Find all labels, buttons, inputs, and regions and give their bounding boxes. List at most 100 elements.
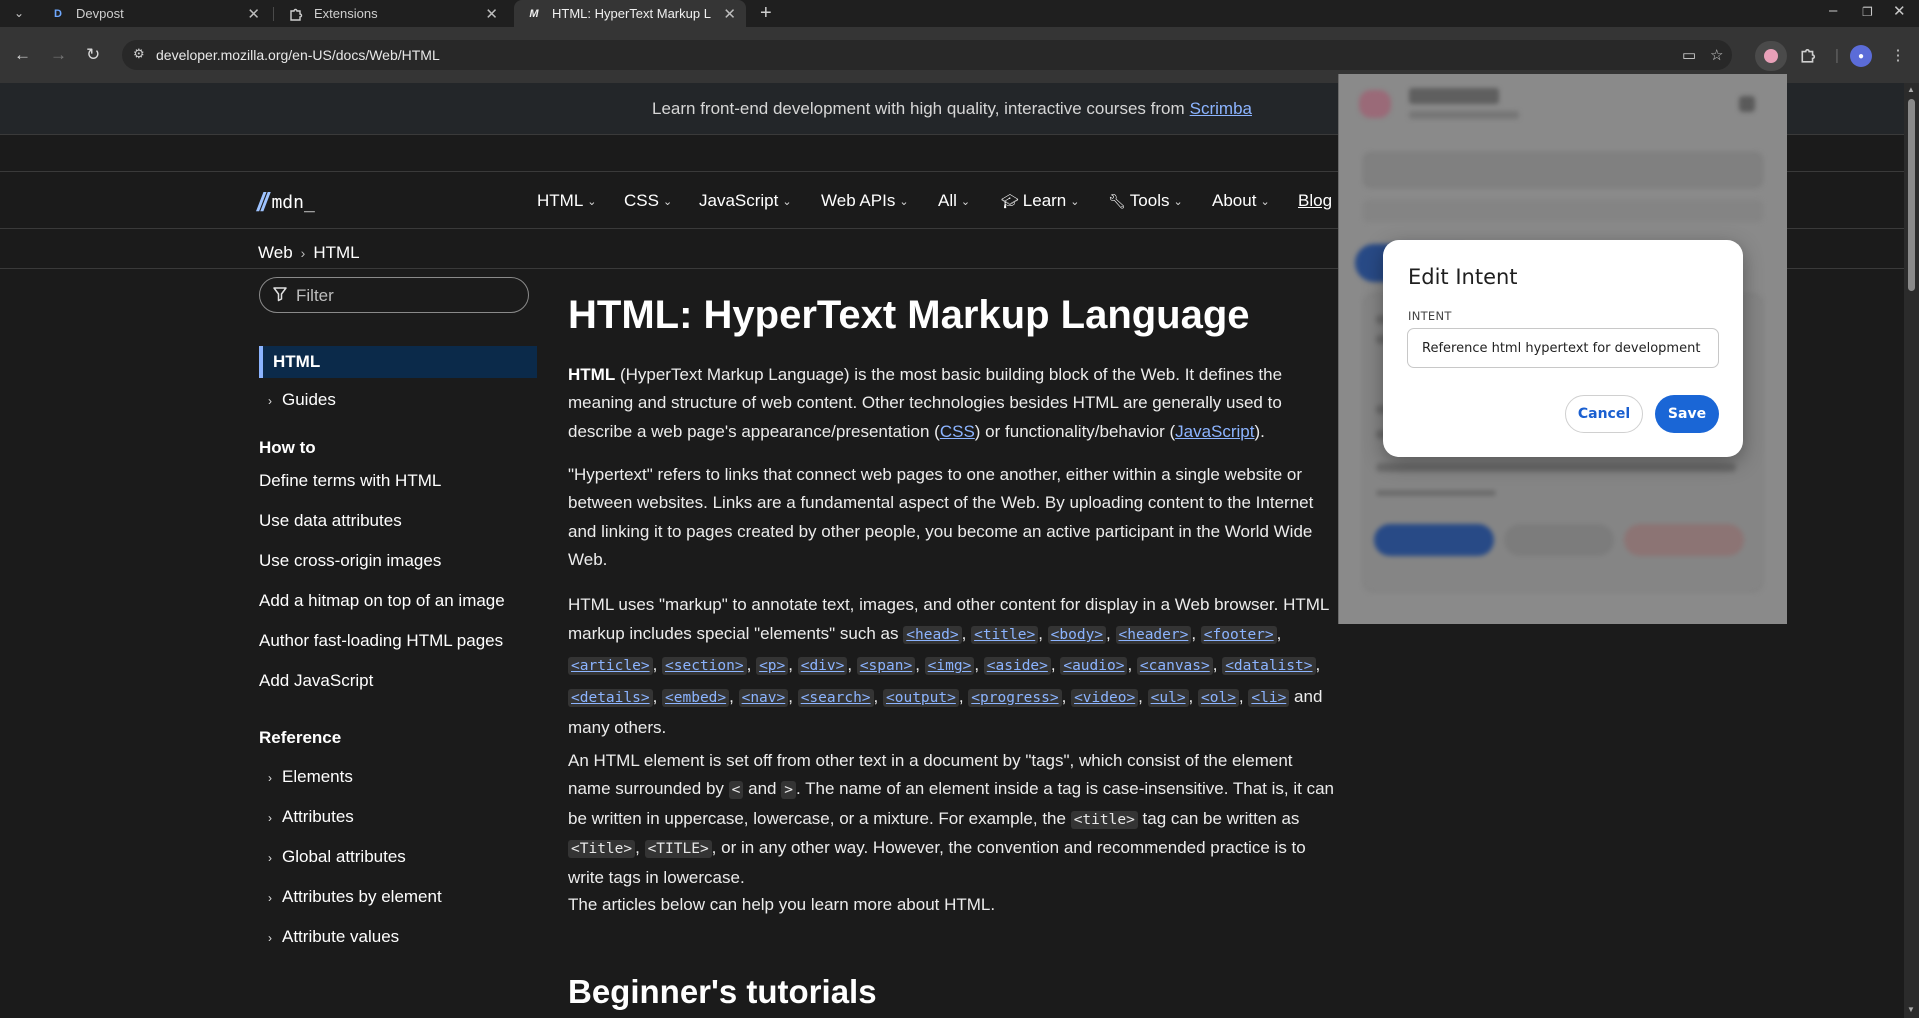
- element-tag-link[interactable]: <section>: [662, 657, 747, 676]
- chevron-right-icon: ›: [268, 771, 272, 785]
- save-button[interactable]: Save: [1655, 395, 1719, 433]
- intent-input[interactable]: [1407, 328, 1719, 368]
- mdn-favicon-icon: M: [529, 7, 539, 20]
- element-tag-link[interactable]: <img>: [924, 657, 975, 676]
- sidebar-item-attributes[interactable]: › Attributes: [268, 807, 354, 827]
- minimize-icon[interactable]: –: [1829, 2, 1837, 19]
- nav-tools[interactable]: 🔧︎ Tools ⌄: [1108, 191, 1183, 211]
- nav-about[interactable]: About ⌄: [1212, 191, 1270, 211]
- nav-learn[interactable]: 🎓︎ Learn ⌄: [1001, 191, 1079, 211]
- element-tag-link[interactable]: <header>: [1115, 626, 1192, 645]
- close-tab-icon[interactable]: ✕: [247, 5, 260, 23]
- url-text[interactable]: developer.mozilla.org/en-US/docs/Web/HTM…: [156, 47, 440, 63]
- sidebar-item-attributes-by-element[interactable]: › Attributes by element: [268, 887, 442, 907]
- nav-javascript[interactable]: JavaScript ⌄: [699, 191, 792, 211]
- element-tag-link[interactable]: <div>: [797, 657, 848, 676]
- javascript-link[interactable]: JavaScript: [1175, 422, 1254, 441]
- tab-label: HTML: HyperText Markup L: [552, 6, 711, 21]
- element-tag-link[interactable]: <span>: [856, 657, 916, 676]
- back-icon[interactable]: ←: [14, 45, 31, 65]
- nav-blog[interactable]: Blog: [1298, 191, 1332, 211]
- element-tag-link[interactable]: <datalist>: [1222, 657, 1316, 676]
- element-tag-link[interactable]: <output>: [883, 688, 959, 707]
- close-tab-icon[interactable]: ✕: [723, 5, 736, 23]
- chevron-right-icon: ›: [268, 931, 272, 945]
- chevron-right-icon: ›: [268, 851, 272, 865]
- element-tag-link[interactable]: <p>: [756, 657, 789, 676]
- sidebar-item-add-javascript[interactable]: Add JavaScript: [259, 671, 373, 691]
- chevron-down-icon: ⌄: [587, 195, 597, 208]
- element-tag-link[interactable]: <footer>: [1200, 626, 1277, 645]
- bookmark-star-icon[interactable]: ☆: [1710, 46, 1723, 64]
- nav-web-apis[interactable]: Web APIs ⌄: [821, 191, 909, 211]
- scroll-thumb[interactable]: [1908, 99, 1915, 291]
- sidebar-item-data-attributes[interactable]: Use data attributes: [259, 511, 402, 531]
- scroll-down-icon: ▼: [1907, 1005, 1915, 1014]
- element-tag-link[interactable]: <article>: [568, 657, 653, 676]
- sidebar-item-guides[interactable]: › Guides: [268, 390, 336, 410]
- sidebar-item-define-terms[interactable]: Define terms with HTML: [259, 471, 441, 491]
- element-tag-link[interactable]: <audio>: [1060, 657, 1128, 676]
- sidebar-item-html[interactable]: HTML: [259, 346, 537, 378]
- breadcrumb-html[interactable]: HTML: [313, 243, 359, 263]
- wrench-icon: 🔧︎: [1108, 192, 1126, 209]
- mindmark-extension-icon[interactable]: [1755, 41, 1787, 71]
- restore-icon[interactable]: ❐: [1862, 5, 1873, 19]
- element-tag-link[interactable]: <progress>: [968, 688, 1062, 707]
- tab-extensions[interactable]: Extensions ✕: [276, 0, 508, 27]
- breadcrumb-web[interactable]: Web: [258, 243, 293, 263]
- chevron-down-icon: ⌄: [1260, 195, 1270, 208]
- sidebar-filter-input[interactable]: Filter: [259, 277, 529, 313]
- site-info-icon[interactable]: ⚙: [133, 46, 151, 64]
- sidebar-item-global-attributes[interactable]: › Global attributes: [268, 847, 406, 867]
- forward-icon[interactable]: →: [50, 45, 67, 65]
- nav-html[interactable]: HTML ⌄: [537, 191, 597, 211]
- element-tag-link[interactable]: <embed>: [662, 688, 730, 707]
- profile-avatar[interactable]: ●: [1850, 45, 1872, 67]
- element-tag-link[interactable]: <ol>: [1198, 688, 1239, 707]
- element-tag-link[interactable]: <li>: [1248, 688, 1290, 707]
- close-tab-icon[interactable]: ✕: [485, 5, 498, 23]
- element-tag-link[interactable]: <details>: [568, 688, 653, 707]
- dialog-title: Edit Intent: [1408, 265, 1518, 289]
- element-tag-link[interactable]: <head>: [903, 626, 962, 645]
- element-tag-link[interactable]: <video>: [1071, 688, 1139, 707]
- window-close-icon[interactable]: ✕: [1893, 2, 1906, 20]
- beginners-tutorials-heading: Beginner's tutorials: [568, 973, 877, 1010]
- learn-more-paragraph: The articles below can help you learn mo…: [568, 895, 996, 914]
- element-tag-link[interactable]: <ul>: [1147, 688, 1189, 707]
- element-tag-link[interactable]: <search>: [797, 688, 874, 707]
- install-app-icon[interactable]: ▭: [1682, 46, 1696, 64]
- scroll-up-icon: ▲: [1907, 85, 1915, 94]
- chevron-right-icon: ›: [268, 394, 272, 408]
- element-tag-link[interactable]: <canvas>: [1136, 657, 1213, 676]
- menu-dots-icon[interactable]: ⋮: [1887, 44, 1909, 66]
- cancel-button[interactable]: Cancel: [1565, 395, 1643, 433]
- sidebar-item-cross-origin[interactable]: Use cross-origin images: [259, 551, 441, 571]
- reload-icon[interactable]: ↻: [86, 45, 100, 65]
- tab-search-icon[interactable]: ⌄: [10, 6, 28, 22]
- mdn-logo[interactable]: // mdn_: [257, 187, 315, 218]
- tab-mdn-html[interactable]: M HTML: HyperText Markup L ✕: [514, 0, 746, 27]
- devpost-favicon-icon: D: [54, 7, 62, 20]
- sidebar-item-fast-loading[interactable]: Author fast-loading HTML pages: [259, 631, 503, 651]
- tab-devpost[interactable]: D Devpost ✕: [38, 0, 270, 27]
- sidebar-item-attribute-values[interactable]: › Attribute values: [268, 927, 399, 947]
- scrimba-link[interactable]: Scrimba: [1190, 99, 1252, 119]
- element-tag-link[interactable]: <body>: [1047, 626, 1107, 645]
- new-tab-icon[interactable]: +: [760, 2, 772, 25]
- nav-all[interactable]: All ⌄: [938, 191, 970, 211]
- element-tag-link[interactable]: <title>: [971, 626, 1039, 645]
- extensions-puzzle-icon[interactable]: [1797, 44, 1819, 66]
- markup-paragraph: HTML uses "markup" to annotate text, ima…: [568, 595, 1329, 737]
- element-tag-link[interactable]: <nav>: [738, 688, 789, 707]
- page-scrollbar[interactable]: ▲ ▼: [1904, 83, 1919, 1018]
- puzzle-icon: [288, 6, 304, 22]
- nav-css[interactable]: CSS ⌄: [624, 191, 672, 211]
- sidebar-item-hitmap[interactable]: Add a hitmap on top of an image: [259, 591, 505, 611]
- settings-icon: [1739, 96, 1755, 112]
- element-tag-link[interactable]: <aside>: [983, 657, 1051, 676]
- address-bar[interactable]: ⚙ developer.mozilla.org/en-US/docs/Web/H…: [122, 40, 1732, 70]
- css-link[interactable]: CSS: [940, 422, 975, 441]
- sidebar-item-elements[interactable]: › Elements: [268, 767, 353, 787]
